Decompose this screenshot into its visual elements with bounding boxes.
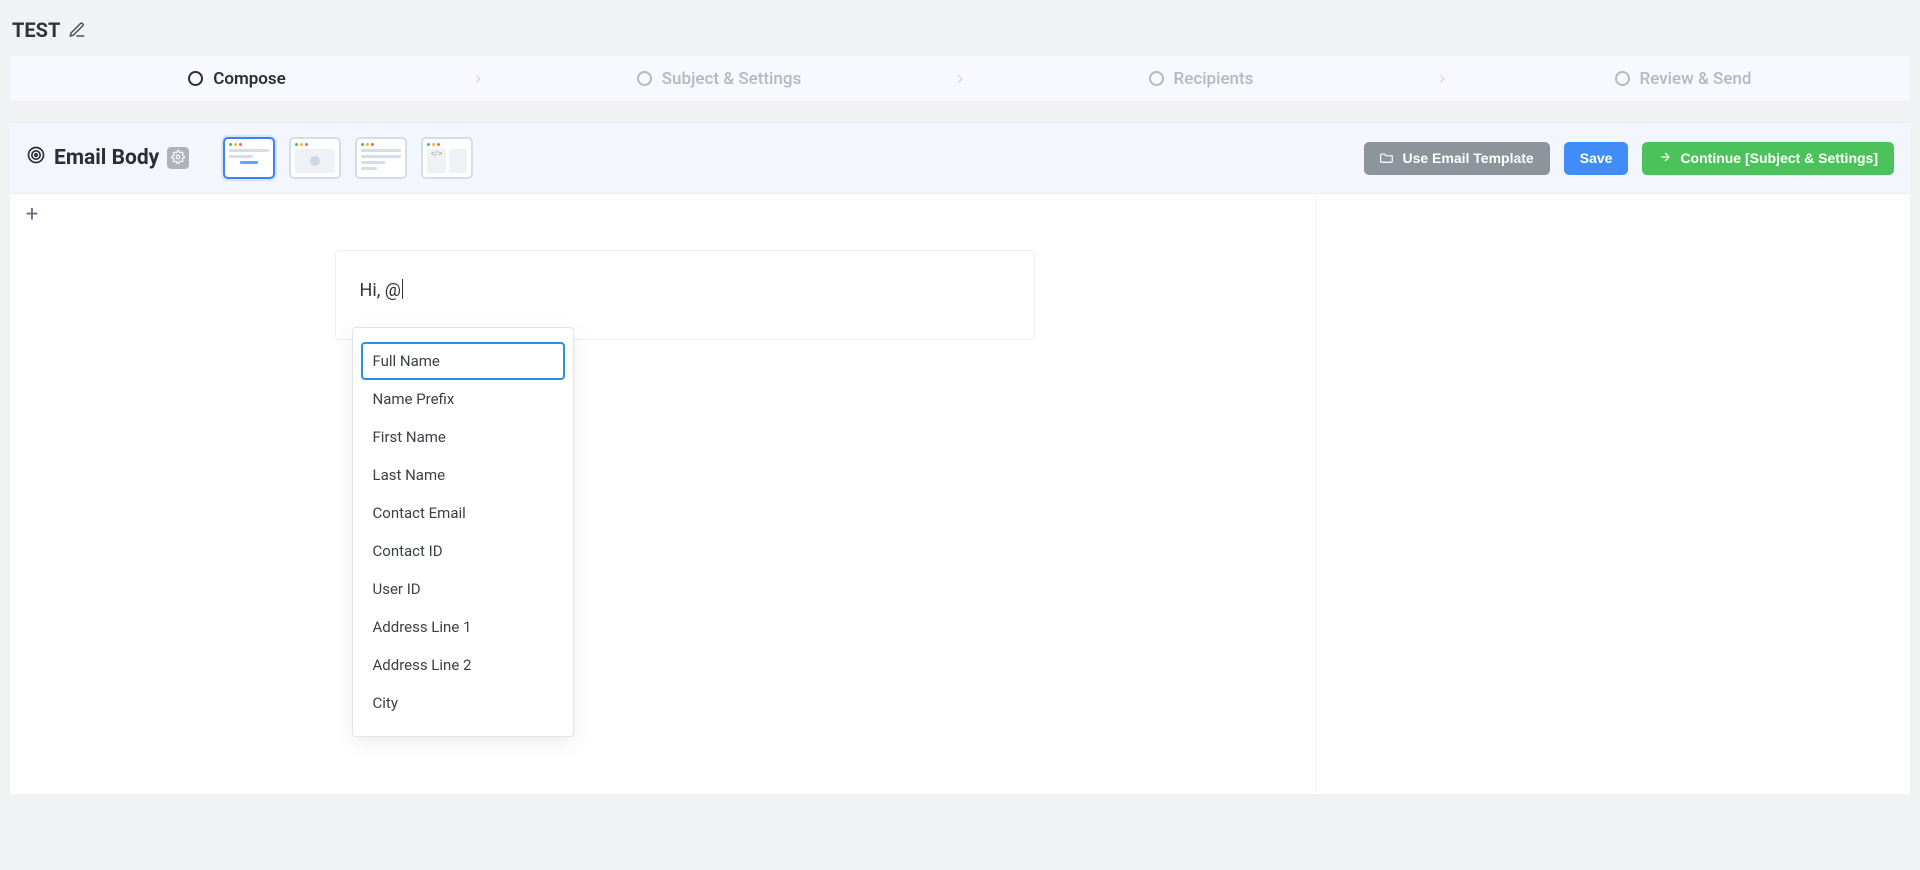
merge-field-option[interactable]: Last Name [361, 456, 565, 494]
merge-field-option[interactable]: First Name [361, 418, 565, 456]
page-title-text: TEST [12, 18, 60, 42]
email-body-toolbar: Email Body [10, 122, 1910, 194]
step-indicator-icon [1615, 71, 1630, 86]
text-caret [402, 279, 403, 299]
arrow-right-icon [1658, 150, 1672, 167]
step-label: Review & Send [1640, 69, 1752, 89]
layout-option-3[interactable] [355, 137, 407, 179]
merge-field-option[interactable]: Name Prefix [361, 380, 565, 418]
step-indicator-icon [637, 71, 652, 86]
editor-area: + Hi, @ Full NameName PrefixFirst NameLa… [10, 194, 1910, 794]
page-title: TEST [0, 0, 1920, 56]
step-indicator-icon [188, 71, 203, 86]
chevron-right-icon [946, 68, 974, 90]
merge-field-option[interactable]: Full Name [361, 342, 565, 380]
step-recipients[interactable]: Recipients [974, 69, 1428, 89]
merge-field-option[interactable]: Address Line 2 [361, 646, 565, 684]
layout-thumbnails: </> [223, 137, 473, 179]
section-title-text: Email Body [54, 146, 159, 170]
save-button[interactable]: Save [1564, 142, 1629, 175]
merge-field-option[interactable]: Contact ID [361, 532, 565, 570]
step-indicator-icon [1149, 71, 1164, 86]
use-email-template-button[interactable]: Use Email Template [1364, 142, 1549, 175]
step-subject-settings[interactable]: Subject & Settings [492, 69, 946, 89]
merge-field-option[interactable]: User ID [361, 570, 565, 608]
button-label: Save [1580, 150, 1613, 166]
merge-field-dropdown: Full NameName PrefixFirst NameLast NameC… [352, 327, 574, 737]
wizard-steps: Compose Subject & Settings Recipients Re… [10, 56, 1910, 102]
spacer [10, 102, 1910, 122]
merge-field-option[interactable]: Contact Email [361, 494, 565, 532]
merge-field-option[interactable]: Address Line 1 [361, 608, 565, 646]
merge-field-option[interactable]: City [361, 684, 565, 722]
compose-text: Hi, @ [360, 280, 401, 301]
wizard-card: Compose Subject & Settings Recipients Re… [10, 56, 1910, 794]
layout-option-4[interactable]: </> [421, 137, 473, 179]
folder-icon [1380, 150, 1394, 167]
layout-option-1[interactable] [223, 137, 275, 179]
plus-icon: + [26, 204, 38, 226]
section-title: Email Body [26, 145, 189, 171]
compose-input[interactable]: Hi, @ Full NameName PrefixFirst NameLast… [335, 250, 1035, 340]
gear-icon [171, 146, 185, 170]
target-icon [26, 145, 46, 171]
settings-badge[interactable] [167, 147, 189, 169]
edit-title-icon[interactable] [68, 21, 86, 39]
layout-option-2[interactable] [289, 137, 341, 179]
step-label: Subject & Settings [662, 69, 801, 89]
add-block-button[interactable]: + [21, 204, 43, 226]
continue-button[interactable]: Continue [Subject & Settings] [1642, 142, 1894, 175]
step-review-send[interactable]: Review & Send [1456, 69, 1910, 89]
button-label: Use Email Template [1402, 150, 1533, 166]
chevron-right-icon [464, 68, 492, 90]
step-label: Compose [213, 69, 286, 89]
step-label: Recipients [1174, 69, 1254, 89]
button-label: Continue [Subject & Settings] [1680, 150, 1878, 166]
step-compose[interactable]: Compose [10, 69, 464, 89]
chevron-right-icon [1428, 68, 1456, 90]
editor-canvas[interactable]: Hi, @ Full NameName PrefixFirst NameLast… [54, 194, 1316, 794]
